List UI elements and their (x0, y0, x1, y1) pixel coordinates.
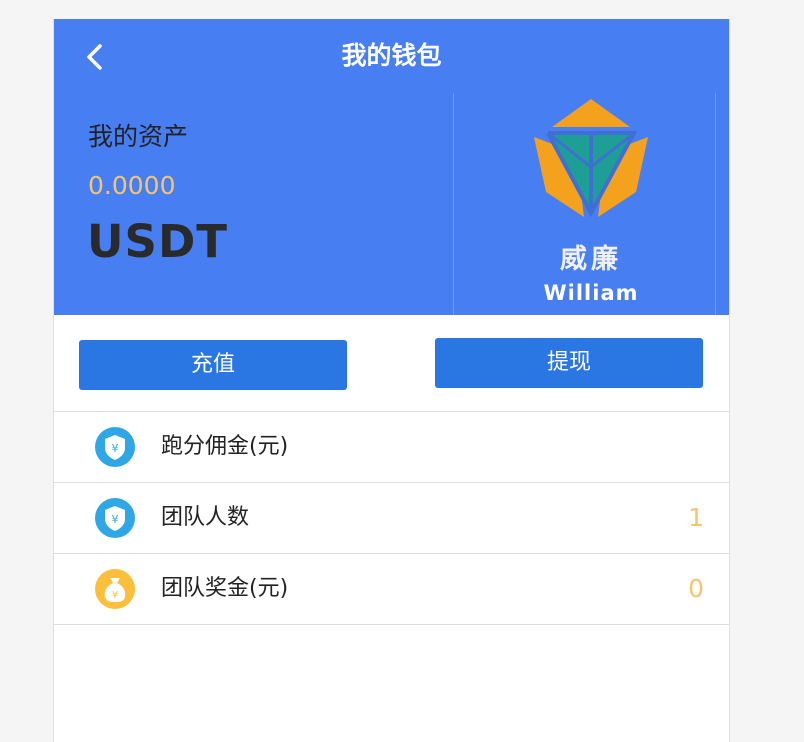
top-bar: 我的钱包 (54, 19, 729, 93)
asset-unit: USDT (87, 215, 228, 268)
list-item-team-count[interactable]: ¥ 团队人数 1 (54, 482, 729, 553)
back-button[interactable] (78, 39, 110, 75)
page-title: 我的钱包 (341, 41, 442, 70)
svg-text:¥: ¥ (112, 513, 119, 526)
list-item-value: 0 (688, 574, 704, 603)
withdraw-button[interactable]: 提现 (435, 338, 703, 388)
yuan-shield-icon: ¥ (95, 427, 135, 467)
asset-value: 0.0000 (88, 171, 176, 200)
yuan-shield-icon: ¥ (95, 498, 135, 538)
panel-divider (715, 93, 716, 315)
asset-label: 我的资产 (88, 122, 189, 151)
svg-text:¥: ¥ (112, 442, 119, 455)
money-bag-icon: ¥ (95, 569, 135, 609)
list-item-label: 跑分佣金(元) (161, 434, 289, 459)
logo-text-en: William (543, 281, 639, 305)
list-item-team-bonus[interactable]: ¥ 团队奖金(元) 0 (54, 553, 729, 625)
hexagon-cube-logo-icon (534, 99, 648, 218)
list-item-commission[interactable]: ¥ 跑分佣金(元) (54, 411, 729, 482)
stats-list: ¥ 跑分佣金(元) ¥ 团队人数 1 ¥ 团队奖金(元) 0 (54, 411, 729, 625)
list-item-label: 团队人数 (161, 505, 250, 530)
william-logo: 威廉 William (526, 97, 656, 309)
list-item-label: 团队奖金(元) (161, 576, 289, 601)
list-item-value: 1 (688, 503, 704, 532)
wallet-screen: 我的钱包 我的资产 0.0000 USDT 威廉 William 充值 提现 ¥… (53, 19, 730, 742)
logo-text-cn: 威廉 (560, 244, 622, 275)
panel-divider (453, 93, 454, 315)
asset-panel: 我的资产 0.0000 USDT 威廉 William (54, 93, 729, 315)
chevron-left-icon (87, 44, 102, 70)
recharge-button[interactable]: 充值 (79, 340, 347, 390)
svg-text:¥: ¥ (112, 590, 118, 601)
